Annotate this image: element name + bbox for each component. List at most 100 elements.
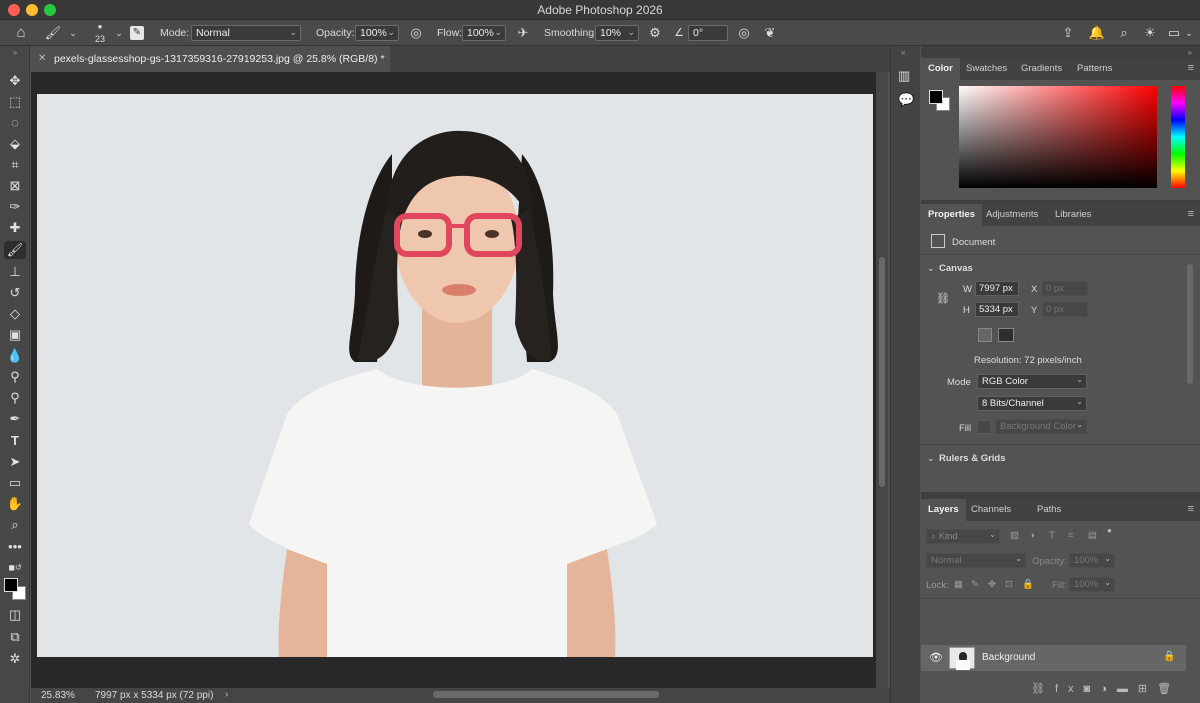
filter-shape-icon[interactable]: ⌗ — [1068, 530, 1073, 541]
adjustment-layer-icon[interactable]: ◑ — [1100, 683, 1117, 695]
tab-gradients[interactable]: Gradients — [1014, 58, 1069, 80]
screen-mode-icon[interactable]: ⧉ — [4, 628, 26, 646]
chevron-down-icon[interactable]: ⌄ — [927, 453, 935, 464]
landscape-orientation-icon[interactable] — [998, 328, 1014, 342]
layer-row[interactable]: 👁 Background 🔒 — [921, 645, 1186, 671]
flow-input[interactable]: 100% ⌄ — [462, 25, 506, 41]
zoom-tool-icon[interactable]: ⌕ — [4, 516, 26, 534]
fill-select[interactable]: Background Color ⌄ — [995, 419, 1087, 434]
foreground-color-chip[interactable] — [929, 90, 943, 104]
delete-layer-icon[interactable]: 🗑 — [1157, 683, 1181, 695]
tab-libraries[interactable]: Libraries — [1048, 204, 1098, 226]
link-layers-icon[interactable]: ⛓ — [1031, 683, 1055, 695]
hand-tool-icon[interactable]: ✋ — [4, 495, 26, 513]
layer-style-icon[interactable]: fx — [1055, 683, 1084, 695]
collapse-icon[interactable]: « — [901, 48, 905, 57]
lock-all-icon[interactable]: 🔒 — [1022, 579, 1034, 590]
collapse-icon[interactable]: » — [1188, 48, 1192, 57]
clone-stamp-tool-icon[interactable]: ⊥ — [4, 263, 26, 281]
lock-artboard-icon[interactable]: ⊡ — [1005, 579, 1013, 590]
canvas-section-title[interactable]: Canvas — [939, 263, 973, 274]
width-input[interactable]: 7997 px — [975, 281, 1019, 296]
lock-transparent-icon[interactable]: ▦ — [954, 579, 963, 590]
filter-kind-select[interactable]: ⌕ Kind ⌄ — [926, 529, 1000, 544]
panel-menu-icon[interactable]: ≡ — [1188, 208, 1194, 220]
height-input[interactable]: 5334 px — [975, 302, 1019, 317]
panel-menu-icon[interactable]: ≡ — [1188, 503, 1194, 515]
gear-icon[interactable]: ⚙ — [646, 24, 664, 42]
rulers-grids-section-title[interactable]: Rulers & Grids — [939, 453, 1006, 464]
tab-color[interactable]: Color — [921, 58, 960, 80]
document-tab[interactable]: ✕ pexels-glassesshop-gs-1317359316-27919… — [30, 46, 390, 72]
filter-adjustment-icon[interactable]: ◑ — [1029, 530, 1035, 541]
bit-depth-select[interactable]: 8 Bits/Channel ⌄ — [977, 396, 1087, 411]
crop-tool-icon[interactable]: ⌗ — [4, 156, 26, 174]
layer-fill-input[interactable]: 100% ⌄ — [1069, 577, 1115, 592]
chevron-down-icon[interactable]: ⌄ — [927, 263, 935, 274]
properties-scroll-thumb[interactable] — [1187, 264, 1193, 384]
default-colors-icon[interactable]: ◼↺ — [4, 559, 26, 577]
move-tool-icon[interactable]: ✥ — [4, 72, 26, 90]
blend-mode-select[interactable]: Normal ⌄ — [926, 553, 1026, 568]
bell-icon[interactable]: 🔔 — [1088, 24, 1106, 42]
eyedropper-tool-icon[interactable]: ✑ — [4, 198, 26, 216]
tab-properties[interactable]: Properties — [921, 204, 982, 226]
smoothing-input[interactable]: 10% ⌄ — [595, 25, 639, 41]
pressure-opacity-icon[interactable]: ◎ — [407, 24, 425, 42]
tab-paths[interactable]: Paths — [1030, 499, 1068, 521]
mode-select[interactable]: Normal ⌄ — [191, 25, 301, 41]
vertical-scrollbar[interactable] — [876, 72, 888, 688]
type-tool-icon[interactable]: T — [4, 432, 26, 450]
link-icon[interactable]: ⛓ — [936, 292, 950, 305]
brush-tool-icon[interactable]: 🖌 — [44, 24, 62, 42]
tab-adjustments[interactable]: Adjustments — [979, 204, 1045, 226]
pressure-size-icon[interactable]: ◎ — [735, 24, 753, 42]
zoom-canvas-icon[interactable]: ⚲ — [4, 389, 26, 407]
eraser-tool-icon[interactable]: ◇ — [4, 305, 26, 323]
lock-icon[interactable]: 🔒 — [1163, 651, 1175, 662]
history-brush-tool-icon[interactable]: ↺ — [4, 284, 26, 302]
chevron-down-icon[interactable]: ⌄ — [1180, 24, 1198, 42]
tab-layers[interactable]: Layers — [921, 499, 966, 521]
filter-smart-object-icon[interactable]: ▤ — [1088, 530, 1097, 541]
edit-toolbar-icon[interactable]: ✲ — [4, 650, 26, 668]
hue-slider[interactable] — [1171, 86, 1185, 188]
more-tools-icon[interactable]: ••• — [4, 538, 26, 556]
tab-channels[interactable]: Channels — [964, 499, 1018, 521]
lasso-tool-icon[interactable]: ◌ — [4, 114, 26, 132]
tab-swatches[interactable]: Swatches — [959, 58, 1014, 80]
home-icon[interactable]: ⌂ — [12, 24, 30, 42]
chevron-right-icon[interactable]: › — [225, 689, 228, 700]
y-input[interactable]: 0 px — [1042, 302, 1088, 317]
blur-tool-icon[interactable]: 💧 — [4, 347, 26, 365]
marquee-tool-icon[interactable]: ⬚ — [4, 93, 26, 111]
chevron-down-icon[interactable]: ⌄ — [110, 24, 128, 42]
color-mode-select[interactable]: RGB Color ⌄ — [977, 374, 1087, 389]
horizontal-scroll-thumb[interactable] — [433, 691, 659, 698]
healing-brush-tool-icon[interactable]: ✚ — [4, 219, 26, 237]
history-icon[interactable]: ▥ — [898, 68, 910, 84]
rectangle-tool-icon[interactable]: ▭ — [4, 474, 26, 492]
layer-name[interactable]: Background — [982, 652, 1035, 663]
add-mask-icon[interactable]: ◙ — [1084, 683, 1101, 695]
panel-menu-icon[interactable]: ≡ — [1188, 62, 1194, 74]
new-group-icon[interactable]: ▬ — [1117, 683, 1138, 695]
chevron-down-icon[interactable]: ⌄ — [64, 24, 82, 42]
symmetry-icon[interactable]: ❦ — [761, 24, 779, 42]
lock-position-icon[interactable]: ✥ — [988, 579, 996, 590]
x-input[interactable]: 0 px — [1042, 281, 1088, 296]
airbrush-icon[interactable]: ✈ — [514, 24, 532, 42]
path-selection-tool-icon[interactable]: ➤ — [4, 453, 26, 471]
vertical-scroll-thumb[interactable] — [879, 257, 885, 487]
document-image[interactable] — [37, 94, 873, 657]
quick-mask-icon[interactable]: ◫ — [4, 606, 26, 624]
discover-icon[interactable]: ☀ — [1141, 24, 1159, 42]
share-icon[interactable]: ⇪ — [1059, 24, 1077, 42]
canvas-area[interactable] — [31, 72, 876, 688]
color-field[interactable] — [959, 86, 1157, 188]
tab-patterns[interactable]: Patterns — [1070, 58, 1119, 80]
brush-tool-icon[interactable]: 🖌 — [4, 241, 26, 259]
close-icon[interactable]: ✕ — [38, 53, 46, 64]
pen-tool-icon[interactable]: ✒ — [4, 410, 26, 428]
frame-tool-icon[interactable]: ⊠ — [4, 177, 26, 195]
